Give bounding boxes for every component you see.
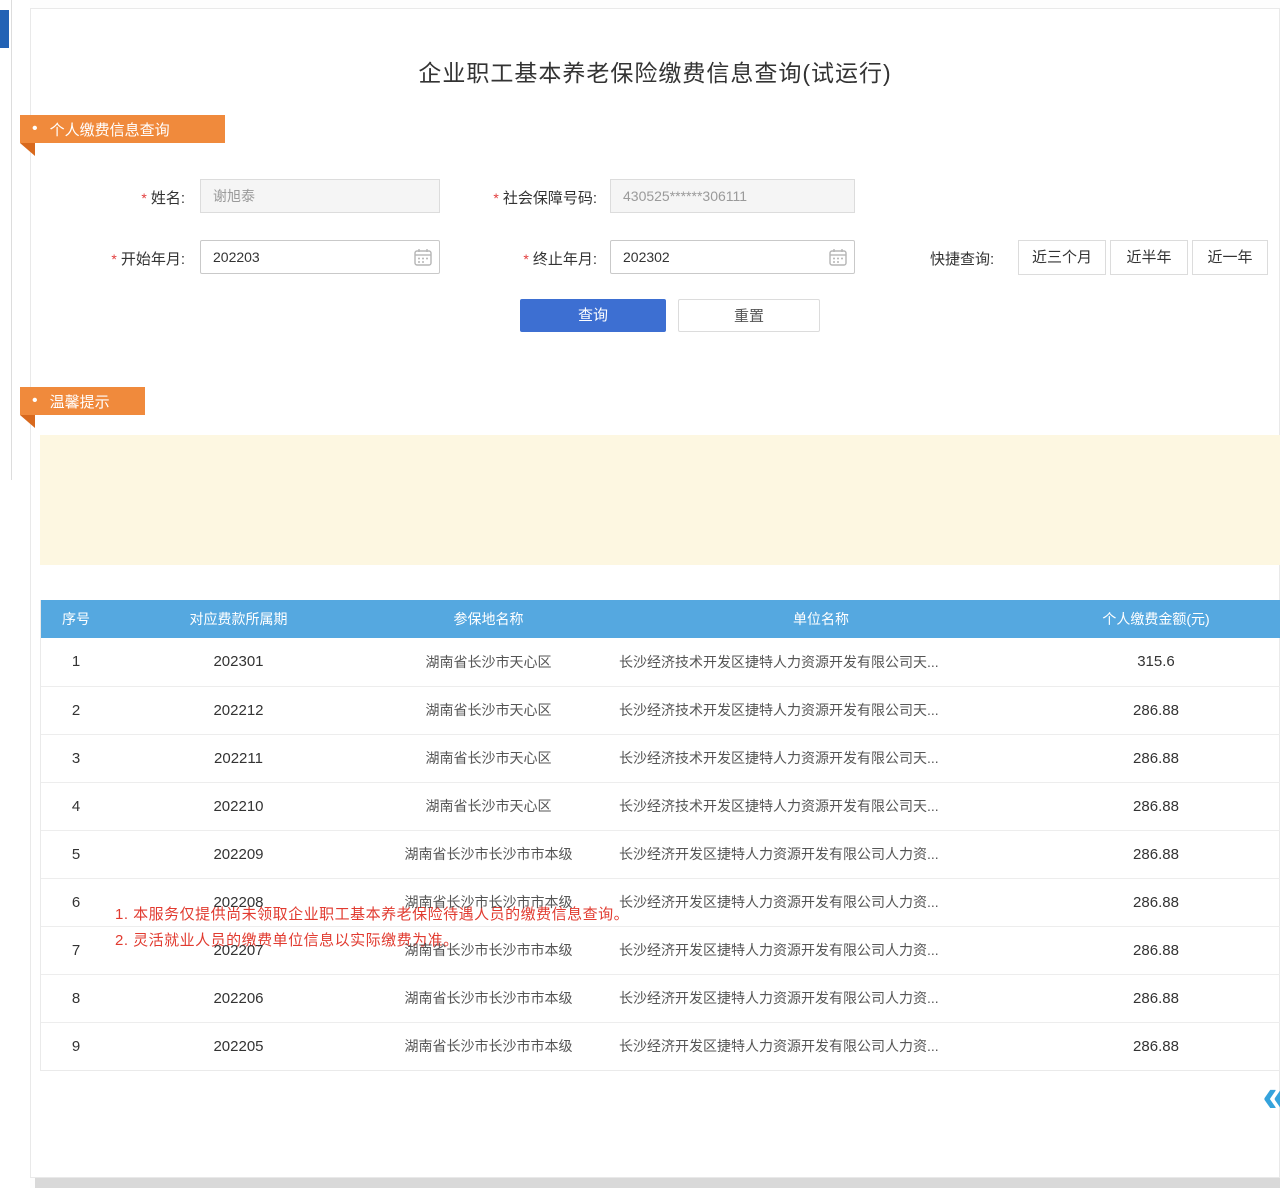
section-badge-personal-query: • 个人缴费信息查询 — [20, 115, 225, 143]
table-cell: 湖南省长沙市长沙市市本级 — [366, 926, 611, 974]
pension-query-page: 企业职工基本养老保险缴费信息查询(试运行) • 个人缴费信息查询 *姓名: *社… — [0, 0, 1280, 1188]
table-cell: 202211 — [111, 734, 366, 782]
header-employer: 单位名称 — [611, 600, 1031, 638]
required-asterisk: * — [493, 190, 498, 206]
table-cell: 202206 — [111, 974, 366, 1022]
calendar-icon[interactable] — [414, 248, 432, 266]
table-cell: 202301 — [111, 638, 366, 686]
table-row: 4202210湖南省长沙市天心区长沙经济技术开发区捷特人力资源开发有限公司天..… — [41, 782, 1280, 830]
table-header-row: 序号 对应费款所属期 参保地名称 单位名称 个人缴费金额(元) — [41, 600, 1280, 638]
bullet-icon: • — [32, 392, 38, 410]
header-location: 参保地名称 — [366, 600, 611, 638]
name-field[interactable] — [200, 179, 440, 213]
end-month-input[interactable] — [610, 240, 855, 274]
table-cell: 2 — [41, 686, 111, 734]
name-label: *姓名: — [60, 187, 185, 208]
table-row: 6202208湖南省长沙市长沙市市本级长沙经济开发区捷特人力资源开发有限公司人力… — [41, 878, 1280, 926]
table-row: 3202211湖南省长沙市天心区长沙经济技术开发区捷特人力资源开发有限公司天..… — [41, 734, 1280, 782]
ssn-field[interactable] — [610, 179, 855, 213]
notice-box: 1. 本服务仅提供尚未领取企业职工基本养老保险待遇人员的缴费信息查询。 2. 灵… — [40, 435, 1280, 565]
table-cell: 7 — [41, 926, 111, 974]
table-cell: 湖南省长沙市天心区 — [366, 686, 611, 734]
table-cell: 202208 — [111, 878, 366, 926]
required-asterisk: * — [523, 251, 528, 267]
table-cell: 6 — [41, 878, 111, 926]
table-cell: 湖南省长沙市长沙市市本级 — [366, 1022, 611, 1070]
table-cell: 1 — [41, 638, 111, 686]
table-cell: 长沙经济技术开发区捷特人力资源开发有限公司天... — [611, 686, 1031, 734]
header-amount: 个人缴费金额(元) — [1031, 600, 1280, 638]
required-asterisk: * — [111, 251, 116, 267]
table-cell: 202205 — [111, 1022, 366, 1070]
bottom-scroll-track[interactable] — [35, 1178, 1280, 1188]
table-cell: 3 — [41, 734, 111, 782]
table-cell: 5 — [41, 830, 111, 878]
table-row: 2202212湖南省长沙市天心区长沙经济技术开发区捷特人力资源开发有限公司天..… — [41, 686, 1280, 734]
table-cell: 286.88 — [1031, 734, 1280, 782]
table-cell: 202212 — [111, 686, 366, 734]
header-seq: 序号 — [41, 600, 111, 638]
table-cell: 286.88 — [1031, 1022, 1280, 1070]
table-cell: 长沙经济技术开发区捷特人力资源开发有限公司天... — [611, 734, 1031, 782]
page-title: 企业职工基本养老保险缴费信息查询(试运行) — [330, 54, 980, 88]
table-cell: 8 — [41, 974, 111, 1022]
table-cell: 9 — [41, 1022, 111, 1070]
section-badge-label: 个人缴费信息查询 — [50, 119, 170, 140]
quick-range-3months-button[interactable]: 近三个月 — [1018, 240, 1106, 275]
table-cell: 286.88 — [1031, 974, 1280, 1022]
bullet-icon: • — [32, 120, 38, 138]
table-row: 1202301湖南省长沙市天心区长沙经济技术开发区捷特人力资源开发有限公司天..… — [41, 638, 1280, 686]
table-cell: 湖南省长沙市天心区 — [366, 782, 611, 830]
quick-query-label: 快捷查询: — [930, 248, 994, 269]
table-cell: 315.6 — [1031, 638, 1280, 686]
payment-table: 序号 对应费款所属期 参保地名称 单位名称 个人缴费金额(元) 1202301湖… — [40, 600, 1280, 1071]
collapse-chevron-icon[interactable]: « — [1262, 1072, 1280, 1118]
table-cell: 湖南省长沙市天心区 — [366, 638, 611, 686]
table-cell: 286.88 — [1031, 686, 1280, 734]
table-row: 8202206湖南省长沙市长沙市市本级长沙经济开发区捷特人力资源开发有限公司人力… — [41, 974, 1280, 1022]
table-cell: 286.88 — [1031, 830, 1280, 878]
table-cell: 长沙经济开发区捷特人力资源开发有限公司人力资... — [611, 878, 1031, 926]
rail-blue-marker — [0, 10, 9, 48]
table-row: 9202205湖南省长沙市长沙市市本级长沙经济开发区捷特人力资源开发有限公司人力… — [41, 1022, 1280, 1070]
table-cell: 286.88 — [1031, 878, 1280, 926]
table-cell: 湖南省长沙市长沙市市本级 — [366, 878, 611, 926]
table-cell: 长沙经济开发区捷特人力资源开发有限公司人力资... — [611, 974, 1031, 1022]
left-rail — [0, 0, 30, 1188]
payment-table-body: 1202301湖南省长沙市天心区长沙经济技术开发区捷特人力资源开发有限公司天..… — [41, 638, 1280, 1070]
reset-button[interactable]: 重置 — [678, 299, 820, 332]
table-cell: 湖南省长沙市长沙市市本级 — [366, 974, 611, 1022]
table-cell: 202207 — [111, 926, 366, 974]
table-row: 5202209湖南省长沙市长沙市市本级长沙经济开发区捷特人力资源开发有限公司人力… — [41, 830, 1280, 878]
table-row: 7202207湖南省长沙市长沙市市本级长沙经济开发区捷特人力资源开发有限公司人力… — [41, 926, 1280, 974]
table-cell: 长沙经济技术开发区捷特人力资源开发有限公司天... — [611, 638, 1031, 686]
table-cell: 长沙经济开发区捷特人力资源开发有限公司人力资... — [611, 1022, 1031, 1070]
quick-range-halfyear-button[interactable]: 近半年 — [1110, 240, 1188, 275]
table-cell: 4 — [41, 782, 111, 830]
ssn-label: *社会保障号码: — [440, 187, 597, 208]
table-cell: 长沙经济开发区捷特人力资源开发有限公司人力资... — [611, 830, 1031, 878]
required-asterisk: * — [141, 190, 146, 206]
quick-range-1year-button[interactable]: 近一年 — [1192, 240, 1268, 275]
calendar-icon[interactable] — [829, 248, 847, 266]
table-cell: 202210 — [111, 782, 366, 830]
table-cell: 湖南省长沙市长沙市市本级 — [366, 830, 611, 878]
start-month-label: *开始年月: — [60, 248, 185, 269]
rail-divider — [11, 0, 12, 480]
start-month-input[interactable] — [200, 240, 440, 274]
table-cell: 286.88 — [1031, 782, 1280, 830]
table-cell: 长沙经济技术开发区捷特人力资源开发有限公司天... — [611, 782, 1031, 830]
section-badge-tips: • 温馨提示 — [20, 387, 145, 415]
table-cell: 湖南省长沙市天心区 — [366, 734, 611, 782]
table-cell: 202209 — [111, 830, 366, 878]
search-button[interactable]: 查询 — [520, 299, 666, 332]
table-cell: 286.88 — [1031, 926, 1280, 974]
header-period: 对应费款所属期 — [111, 600, 366, 638]
end-month-label: *终止年月: — [440, 248, 597, 269]
table-cell: 长沙经济开发区捷特人力资源开发有限公司人力资... — [611, 926, 1031, 974]
section-badge-label: 温馨提示 — [50, 391, 110, 412]
